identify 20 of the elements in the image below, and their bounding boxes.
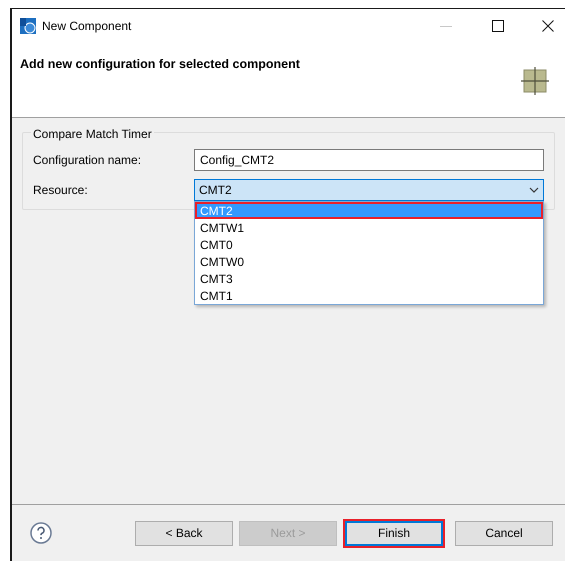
dropdown-option[interactable]: CMTW1 — [195, 219, 543, 236]
help-icon[interactable] — [30, 522, 52, 544]
field-label: Resource: — [33, 182, 89, 199]
header-title: Add new configuration for selected component — [20, 56, 300, 73]
configuration-name-field[interactable]: Config_CMT2 — [194, 149, 544, 171]
resource-dropdown[interactable]: CMT2 — [194, 179, 544, 201]
field-label: Configuration name: — [33, 152, 142, 169]
dropdown-option[interactable]: CMT0 — [195, 236, 543, 253]
dialog-button[interactable]: Cancel — [455, 520, 553, 546]
maximize-icon[interactable] — [492, 20, 504, 32]
chevron-down-icon — [529, 187, 539, 193]
dialog-button[interactable]: Finish — [343, 518, 445, 548]
window-title: New Component — [42, 18, 132, 35]
close-icon[interactable] — [542, 20, 554, 32]
grid-component-icon — [521, 67, 549, 95]
dropdown-option[interactable]: CMT1 — [195, 287, 543, 304]
dropdown-option[interactable]: CMT3 — [195, 270, 543, 287]
dropdown-option[interactable]: CMTW0 — [195, 253, 543, 270]
dialog-button[interactable]: < Back — [135, 520, 233, 546]
app-logo-icon — [20, 18, 36, 34]
